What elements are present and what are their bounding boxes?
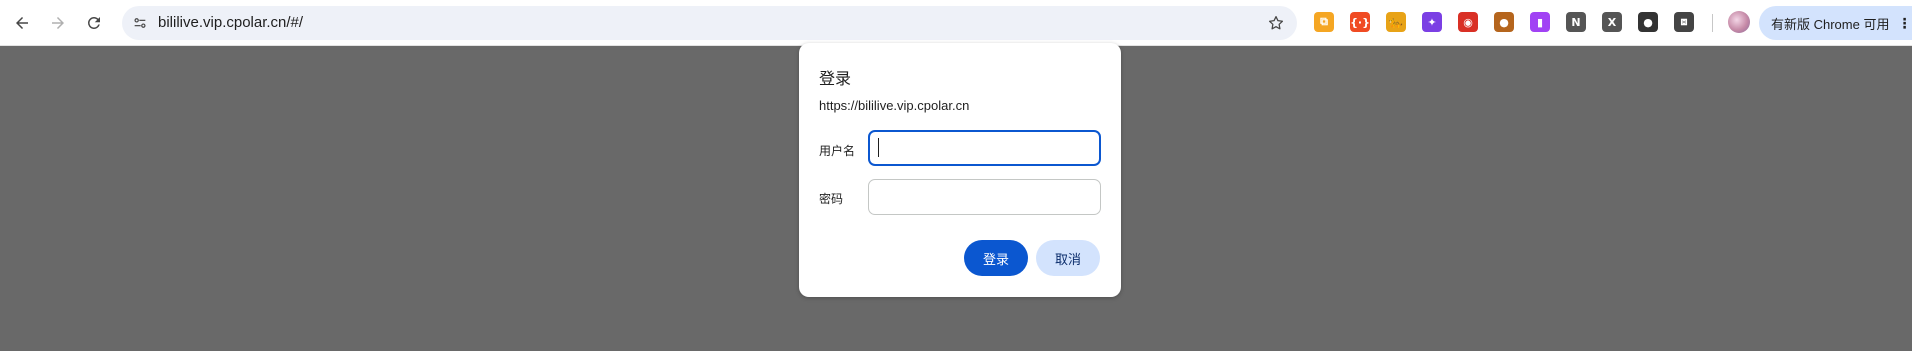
login-button[interactable]: 登录: [964, 240, 1028, 276]
toolbar-divider: [1712, 14, 1713, 32]
ext-notion-icon[interactable]: N: [1566, 12, 1586, 32]
ext-copy-icon[interactable]: ⧉: [1314, 12, 1334, 32]
kebab-menu-icon: ⋮: [1897, 15, 1912, 31]
text-caret: [878, 138, 879, 157]
dialog-origin: https://bililive.vip.cpolar.cn: [819, 98, 970, 113]
ext-puzzle-icon[interactable]: ⧈: [1674, 12, 1694, 32]
ext-user-icon[interactable]: ●: [1638, 12, 1658, 32]
profile-avatar[interactable]: [1728, 11, 1750, 33]
forward-button[interactable]: [42, 7, 74, 39]
reload-button[interactable]: [78, 7, 110, 39]
back-button[interactable]: [6, 7, 38, 39]
username-label: 用户名: [819, 144, 856, 158]
star-icon: [1268, 15, 1284, 30]
chrome-update-button[interactable]: 有新版 Chrome 可用 ⋮: [1759, 6, 1912, 40]
ext-cheetah-icon[interactable]: 🐆: [1386, 12, 1406, 32]
ext-purple-icon[interactable]: ▮: [1530, 12, 1550, 32]
update-chip-label: 有新版 Chrome 可用: [1771, 16, 1890, 32]
ext-face-icon[interactable]: ◉: [1458, 12, 1478, 32]
ext-x-icon[interactable]: X: [1602, 12, 1622, 32]
password-label: 密码: [819, 192, 844, 206]
ext-cookie-icon[interactable]: ●: [1494, 12, 1514, 32]
password-field[interactable]: [868, 179, 1101, 215]
reload-icon: [87, 16, 100, 29]
tune-icon: [134, 18, 146, 28]
url-text[interactable]: bililive.vip.cpolar.cn/#/: [158, 14, 303, 31]
ext-json-icon[interactable]: {·}: [1350, 12, 1370, 32]
arrow-left-icon: [16, 17, 28, 29]
bookmark-button[interactable]: [1265, 12, 1287, 34]
dialog-title: 登录: [819, 71, 852, 88]
username-field[interactable]: [868, 130, 1101, 166]
login-dialog: 登录 https://bililive.vip.cpolar.cn 用户名 密码…: [799, 43, 1121, 297]
browser-toolbar: bililive.vip.cpolar.cn/#/ ⧉ {·} 🐆 ✦ ◉ ● ▮ N X ● ⧈ …: [0, 0, 1912, 46]
ext-sparkle-icon[interactable]: ✦: [1422, 12, 1442, 32]
address-bar[interactable]: bililive.vip.cpolar.cn/#/: [122, 6, 1297, 40]
site-info-button[interactable]: [128, 11, 152, 35]
cancel-button[interactable]: 取消: [1036, 240, 1100, 276]
arrow-right-icon: [52, 17, 64, 29]
